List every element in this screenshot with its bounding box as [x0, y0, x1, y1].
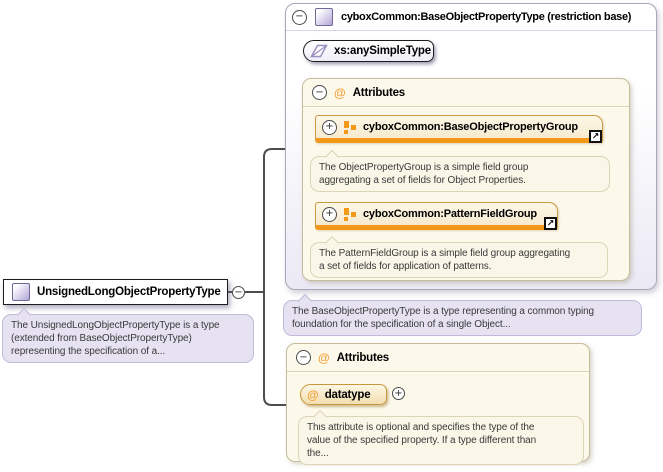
node-tooltip: The UnsignedLongObjectPropertyType is a … — [2, 314, 254, 363]
collapse-icon[interactable]: − — [312, 85, 327, 100]
base-type-title: cyboxCommon:BaseObjectPropertyType (rest… — [341, 11, 631, 23]
node-label: UnsignedLongObjectPropertyType — [37, 286, 221, 298]
anysimpletype-label: xs:anySimpleType — [334, 45, 431, 57]
at-icon: @ — [334, 87, 346, 99]
base-type-tooltip: The BaseObjectPropertyType is a type rep… — [283, 300, 642, 336]
collapse-icon[interactable]: − — [292, 10, 307, 25]
at-icon: @ — [318, 352, 330, 364]
group-tooltip: The PatternFieldGroup is a simple field … — [310, 242, 608, 278]
node-unsignedlongobjectpropertytype[interactable]: UnsignedLongObjectPropertyType — [3, 279, 228, 305]
collapse-icon[interactable]: − — [296, 350, 311, 365]
attributes-header: − @ Attributes — [287, 344, 589, 372]
expand-icon[interactable]: + — [322, 207, 337, 222]
attributes-header: − @ Attributes — [303, 79, 629, 107]
expand-icon[interactable]: + — [322, 120, 337, 135]
simple-type-icon — [310, 44, 328, 58]
attribute-label: datatype — [325, 389, 371, 401]
attribute-group-icon — [343, 120, 357, 134]
attribute-tooltip: This attribute is optional and specifies… — [298, 416, 584, 465]
attribute-group-baseobjectpropertygroup[interactable]: + cyboxCommon:BaseObjectPropertyGroup — [315, 115, 603, 143]
collapse-icon[interactable]: − — [232, 286, 245, 299]
attribute-group-icon — [343, 207, 357, 221]
group-tooltip: The ObjectPropertyGroup is a simple fiel… — [310, 156, 610, 192]
complex-type-icon — [315, 8, 333, 26]
goto-definition-icon[interactable]: ↗ — [589, 130, 602, 143]
at-icon: @ — [307, 389, 319, 401]
attributes-header-label: Attributes — [353, 87, 405, 99]
goto-definition-icon[interactable]: ↗ — [544, 217, 557, 230]
expand-icon[interactable]: + — [392, 387, 405, 400]
attributes-header-label: Attributes — [337, 352, 389, 364]
base-type-header: − cyboxCommon:BaseObjectPropertyType (re… — [286, 4, 656, 31]
group-label: cyboxCommon:BaseObjectPropertyGroup — [363, 121, 578, 133]
node-anysimpletype[interactable]: xs:anySimpleType — [303, 40, 434, 62]
complex-type-icon — [12, 283, 30, 301]
schema-diagram: UnsignedLongObjectPropertyType − The Uns… — [0, 0, 663, 472]
attribute-group-patternfieldgroup[interactable]: + cyboxCommon:PatternFieldGroup — [315, 202, 558, 230]
attribute-datatype[interactable]: @ datatype — [300, 384, 387, 405]
group-label: cyboxCommon:PatternFieldGroup — [363, 208, 537, 220]
